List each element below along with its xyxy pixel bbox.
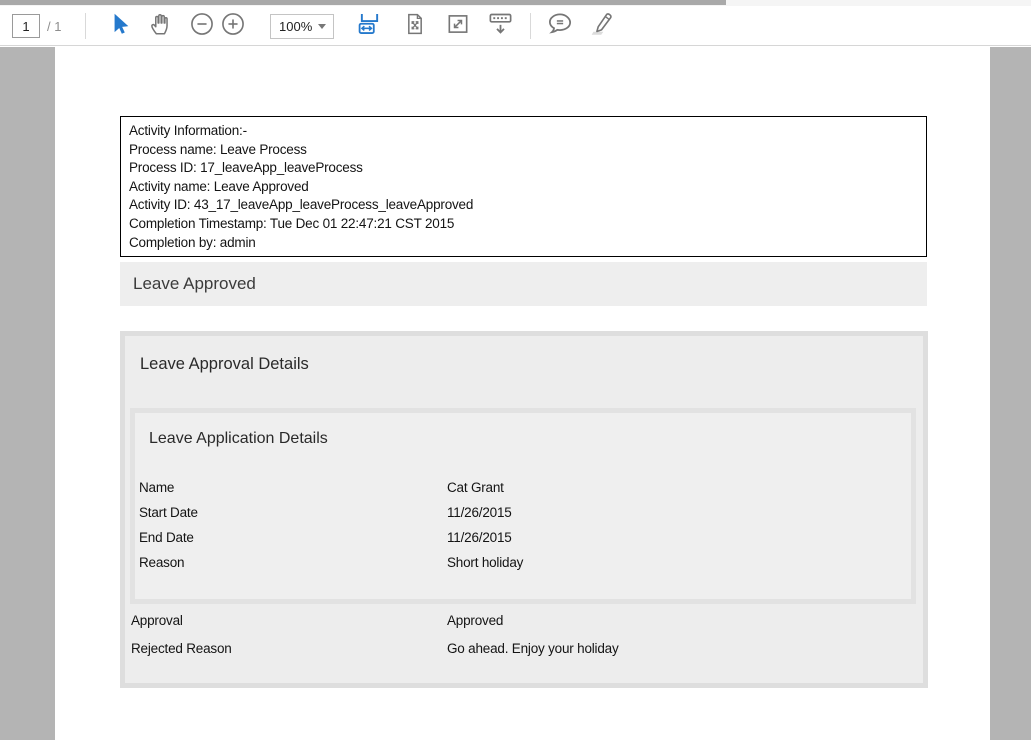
field-label: End Date (139, 525, 447, 545)
activity-info-line: Process name: Leave Process (129, 141, 918, 160)
field-value: Short holiday (447, 550, 523, 570)
field-row-rejected-reason: Rejected ReasonGo ahead. Enjoy your holi… (131, 636, 917, 664)
leave-approval-details-panel: Leave Approval Details Leave Application… (120, 331, 928, 688)
select-tool-icon (107, 11, 133, 42)
zoom-out-icon (189, 11, 215, 42)
zoom-level-select[interactable]: 100% (270, 14, 334, 39)
annotate-button[interactable] (587, 12, 615, 40)
zoom-in-icon (220, 11, 246, 42)
annotate-pencil-icon (587, 10, 615, 43)
page-count-label: / 1 (47, 19, 61, 34)
actual-size-icon (445, 11, 471, 42)
leave-application-details-panel: Leave Application Details NameCat Grant … (130, 408, 916, 604)
leave-approval-details-title: Leave Approval Details (140, 355, 309, 374)
fit-width-icon (356, 10, 383, 42)
toolbar-separator (85, 13, 86, 39)
comment-button[interactable] (546, 12, 574, 40)
activity-information-box: Activity Information:- Process name: Lea… (120, 116, 927, 257)
field-value: 11/26/2015 (447, 500, 512, 520)
approval-fields: ApprovalApproved Rejected ReasonGo ahead… (131, 608, 917, 664)
activity-info-line: Completion by: admin (129, 234, 918, 253)
horizontal-scrollbar-thumb[interactable] (0, 0, 726, 5)
field-label: Approval (131, 608, 447, 628)
field-label: Start Date (139, 500, 447, 520)
comment-bubble-icon (546, 10, 574, 43)
activity-info-line: Process ID: 17_leaveApp_leaveProcess (129, 159, 918, 178)
field-value: 11/26/2015 (447, 525, 512, 545)
zoom-level-value: 100% (279, 19, 318, 34)
field-row-approval: ApprovalApproved (131, 608, 917, 636)
field-row-name: NameCat Grant (139, 475, 907, 500)
field-row-end-date: End Date11/26/2015 (139, 525, 907, 550)
activity-info-line: Activity name: Leave Approved (129, 178, 918, 197)
section-header-bar: Leave Approved (120, 262, 927, 306)
field-value: Cat Grant (447, 475, 504, 495)
field-label: Name (139, 475, 447, 495)
zoom-in-button[interactable] (219, 12, 247, 40)
actual-size-button[interactable] (444, 12, 472, 40)
activity-info-line: Completion Timestamp: Tue Dec 01 22:47:2… (129, 215, 918, 234)
document-page: Activity Information:- Process name: Lea… (55, 47, 990, 740)
field-label: Rejected Reason (131, 636, 447, 656)
section-title: Leave Approved (133, 274, 256, 294)
field-row-start-date: Start Date11/26/2015 (139, 500, 907, 525)
hide-toolbar-button[interactable] (486, 12, 514, 40)
fit-page-icon (402, 11, 428, 42)
pan-tool-button[interactable] (146, 12, 174, 40)
field-value: Go ahead. Enjoy your holiday (447, 636, 619, 656)
application-fields: NameCat Grant Start Date11/26/2015 End D… (139, 475, 907, 575)
fit-width-button[interactable] (355, 12, 383, 40)
activity-info-line: Activity ID: 43_17_leaveApp_leaveProcess… (129, 196, 918, 215)
field-label: Reason (139, 550, 447, 570)
leave-application-details-title: Leave Application Details (149, 430, 328, 448)
page-number-input[interactable] (12, 14, 40, 38)
pdf-viewer-toolbar: / 1 (0, 6, 1031, 46)
fit-page-button[interactable] (401, 12, 429, 40)
field-value: Approved (447, 608, 503, 628)
toolbar-separator (530, 13, 531, 39)
hand-pan-icon (147, 11, 173, 42)
hide-toolbar-icon (487, 10, 514, 42)
zoom-out-button[interactable] (188, 12, 216, 40)
activity-info-line: Activity Information:- (129, 122, 918, 141)
field-row-reason: ReasonShort holiday (139, 550, 907, 575)
select-tool-button[interactable] (106, 12, 134, 40)
dropdown-caret-icon (318, 24, 326, 29)
document-viewer-area: Activity Information:- Process name: Lea… (0, 47, 1031, 740)
